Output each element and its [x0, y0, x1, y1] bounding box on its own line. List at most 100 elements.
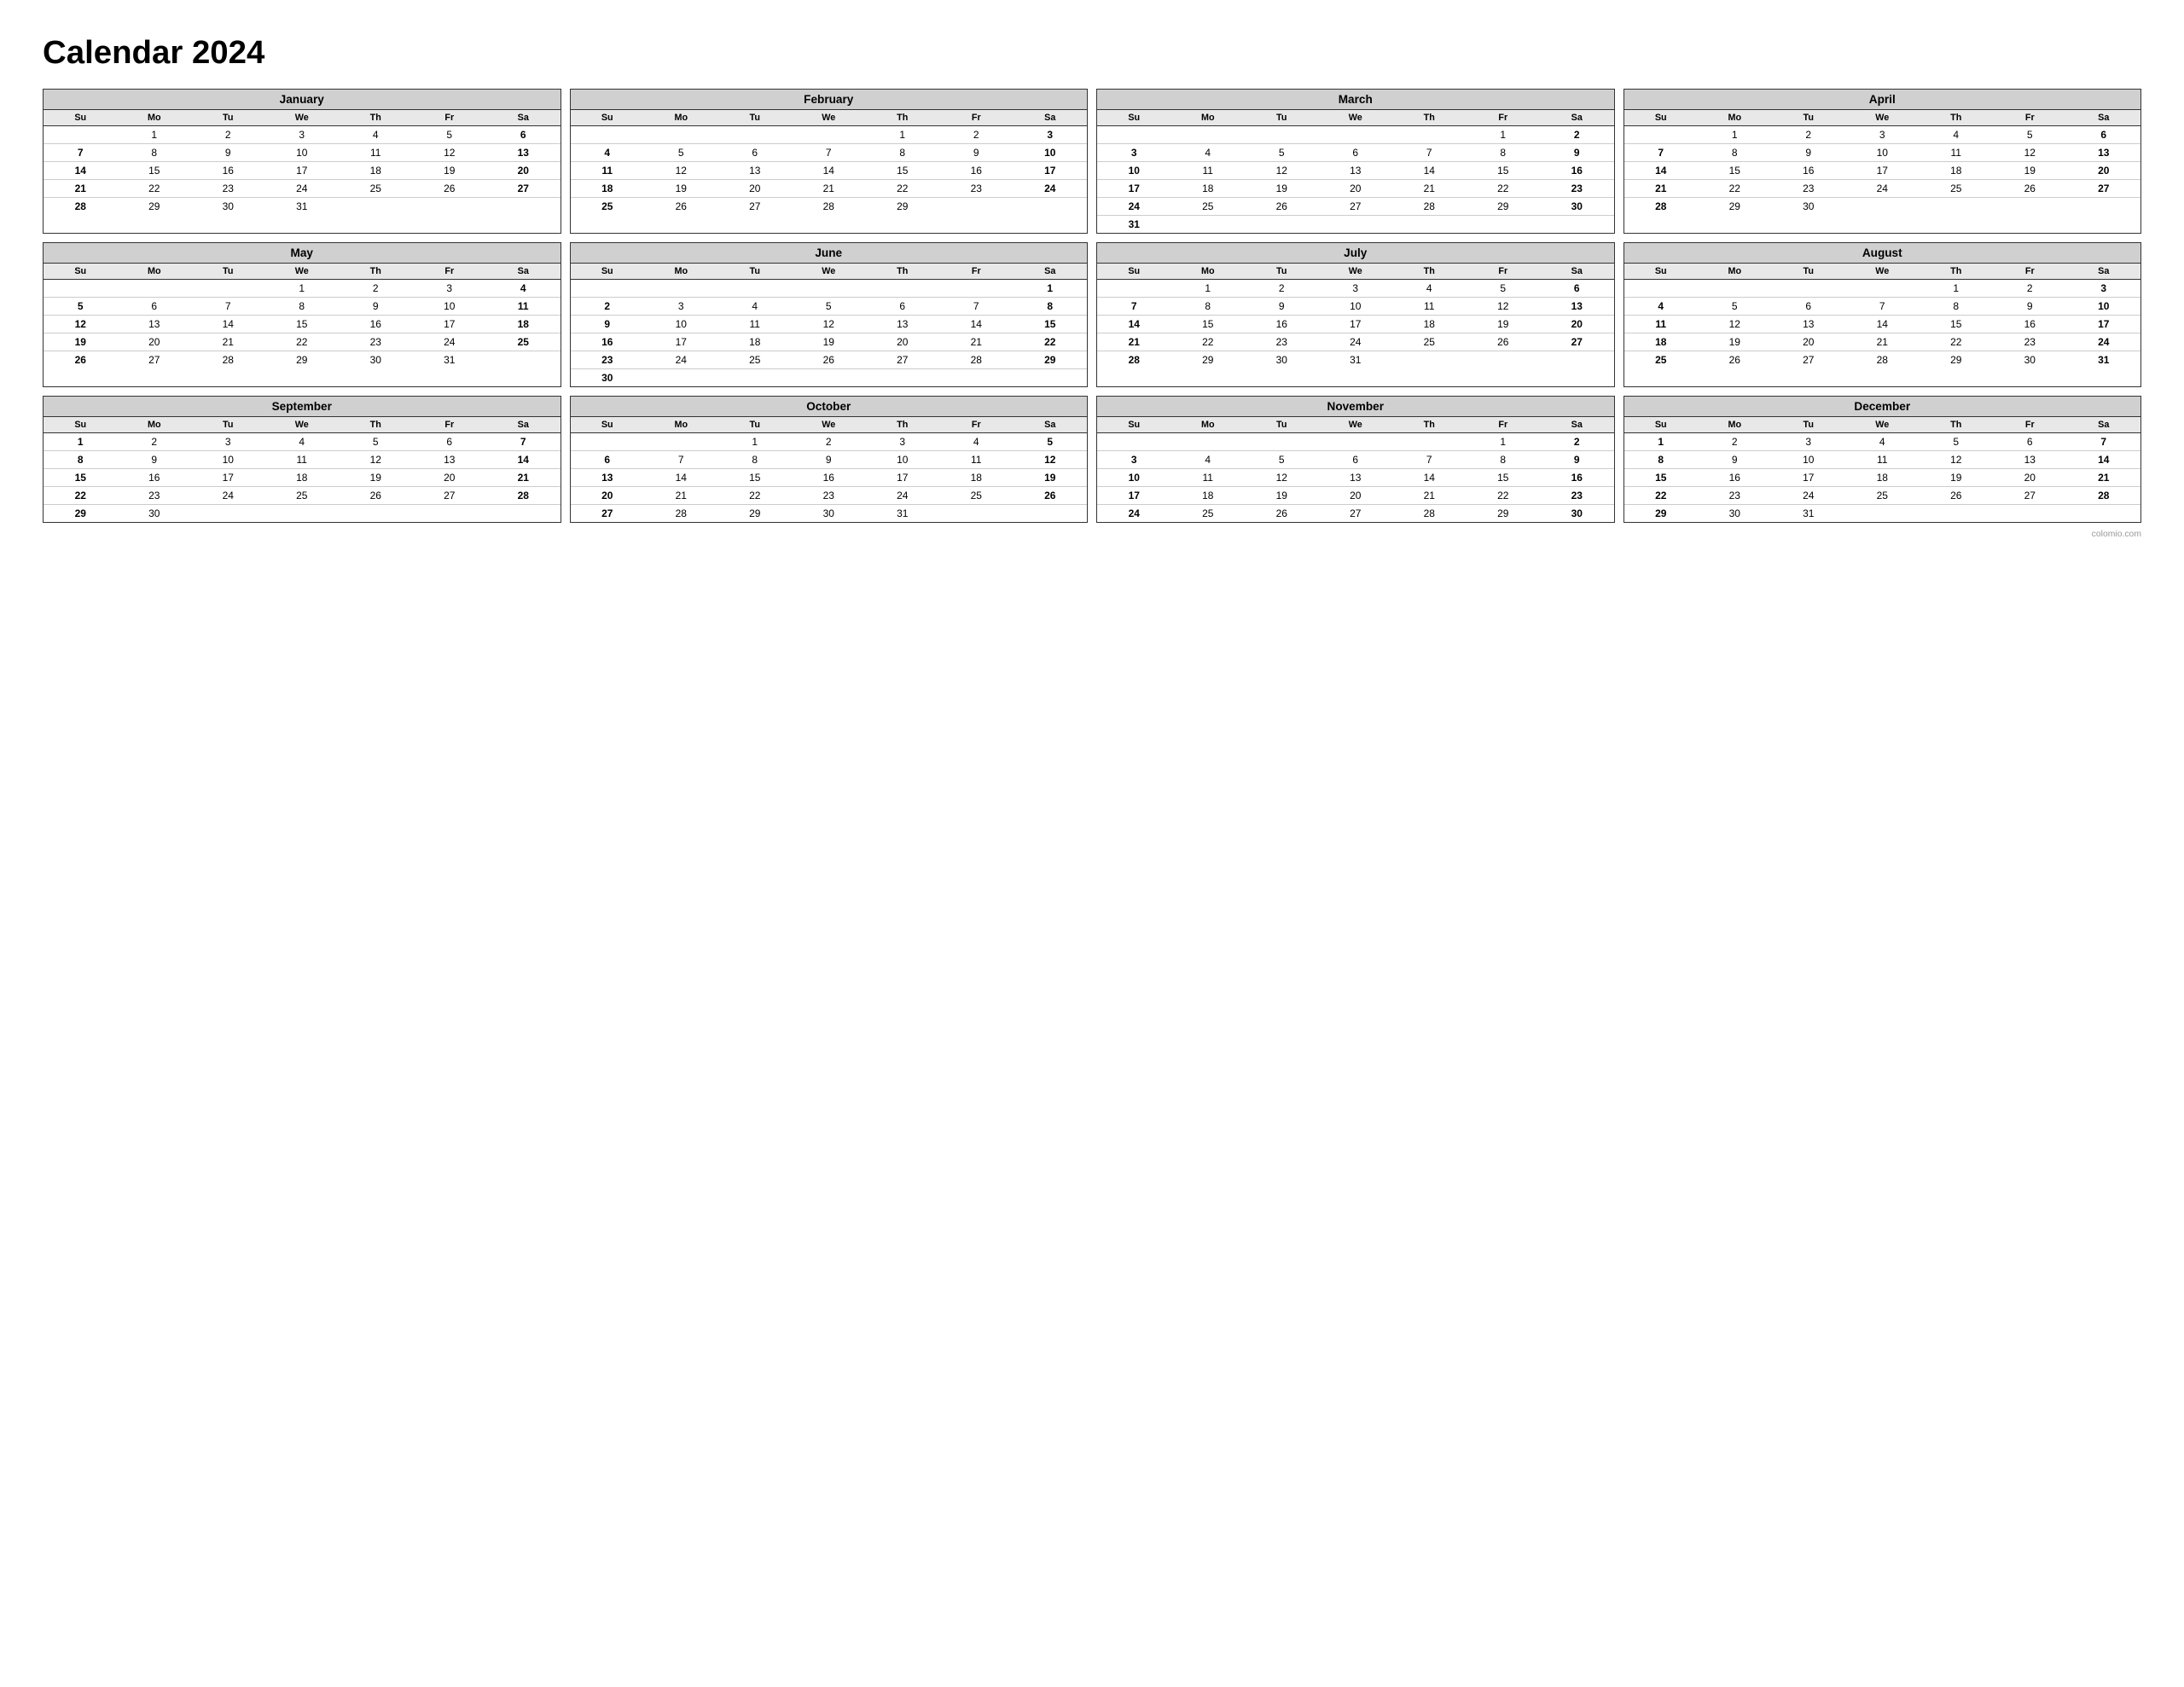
calendar-day	[1097, 280, 1171, 298]
calendar-day: 18	[1845, 469, 1920, 487]
calendar-day: 30	[339, 351, 413, 369]
calendar-day	[118, 280, 192, 298]
calendar-day: 14	[1097, 316, 1171, 333]
calendar-day: 17	[1772, 469, 1846, 487]
calendar-day: 16	[191, 162, 265, 180]
calendar-day: 3	[1772, 433, 1846, 451]
calendar-day: 27	[413, 487, 487, 505]
calendar-day: 4	[1171, 144, 1246, 162]
day-header-th: Th	[1920, 417, 1994, 433]
day-header-th: Th	[1920, 110, 1994, 126]
calendar-day: 6	[571, 451, 645, 469]
calendar-day: 28	[1392, 505, 1467, 523]
day-header-fr: Fr	[1467, 110, 1541, 126]
calendar-day: 12	[792, 316, 866, 333]
calendar-day: 15	[1467, 162, 1541, 180]
calendar-day: 20	[1772, 333, 1846, 351]
calendar-day: 22	[44, 487, 118, 505]
calendar-day: 12	[339, 451, 413, 469]
calendar-day: 15	[718, 469, 793, 487]
calendar-day: 27	[486, 180, 561, 198]
calendar-day: 20	[1993, 469, 2067, 487]
calendar-day: 27	[571, 505, 645, 523]
calendar-day: 26	[1993, 180, 2067, 198]
calendar-day: 19	[1920, 469, 1994, 487]
calendar-day: 3	[2067, 280, 2141, 298]
calendar-day: 20	[2067, 162, 2141, 180]
calendar-day: 10	[866, 451, 940, 469]
calendar-day: 17	[191, 469, 265, 487]
calendar-day: 8	[44, 451, 118, 469]
day-header-mo: Mo	[644, 110, 718, 126]
calendar-day: 7	[44, 144, 118, 162]
calendar-day: 7	[2067, 433, 2141, 451]
calendar-day: 9	[939, 144, 1014, 162]
calendar-day	[1845, 198, 1920, 216]
calendar-day: 4	[1171, 451, 1246, 469]
day-header-su: Su	[44, 417, 118, 433]
calendar-day	[792, 369, 866, 387]
day-header-sa: Sa	[486, 417, 561, 433]
calendar-day: 4	[1845, 433, 1920, 451]
day-header-mo: Mo	[1171, 417, 1246, 433]
calendar-day: 18	[1920, 162, 1994, 180]
calendar-day: 8	[1467, 144, 1541, 162]
calendar-day: 19	[44, 333, 118, 351]
month-title-january: January	[44, 90, 561, 110]
calendar-day: 29	[1920, 351, 1994, 369]
calendar-day: 25	[1920, 180, 1994, 198]
calendar-day: 22	[1920, 333, 1994, 351]
calendar-day: 29	[1171, 351, 1246, 369]
calendar-day	[339, 198, 413, 216]
calendar-day	[1467, 216, 1541, 234]
calendar-day: 20	[413, 469, 487, 487]
calendar-day: 21	[1392, 180, 1467, 198]
calendar-day: 21	[44, 180, 118, 198]
day-header-sa: Sa	[2067, 417, 2141, 433]
calendar-day: 23	[939, 180, 1014, 198]
calendar-day: 18	[486, 316, 561, 333]
calendar-day: 9	[191, 144, 265, 162]
calendar-day: 6	[1993, 433, 2067, 451]
calendar-day: 24	[1097, 505, 1171, 523]
calendar-day: 19	[792, 333, 866, 351]
calendar-day: 27	[1319, 198, 1393, 216]
calendar-day: 9	[1245, 298, 1319, 316]
day-header-sa: Sa	[2067, 110, 2141, 126]
calendar-day: 16	[1772, 162, 1846, 180]
calendar-day: 3	[1097, 451, 1171, 469]
calendar-day: 4	[718, 298, 793, 316]
day-header-tu: Tu	[1245, 417, 1319, 433]
calendar-day: 30	[1540, 505, 1614, 523]
calendar-day: 5	[339, 433, 413, 451]
calendar-day: 24	[1772, 487, 1846, 505]
calendar-day: 24	[866, 487, 940, 505]
calendar-day: 3	[644, 298, 718, 316]
calendar-day: 16	[1540, 469, 1614, 487]
calendar-day: 10	[1319, 298, 1393, 316]
calendar-day: 24	[2067, 333, 2141, 351]
calendar-day: 18	[1624, 333, 1699, 351]
calendar-day: 1	[866, 126, 940, 144]
day-header-mo: Mo	[1698, 417, 1772, 433]
day-header-we: We	[1845, 110, 1920, 126]
calendar-day: 12	[1993, 144, 2067, 162]
calendar-day: 29	[118, 198, 192, 216]
calendar-day: 15	[1467, 469, 1541, 487]
day-header-th: Th	[866, 264, 940, 280]
calendar-day: 1	[1467, 433, 1541, 451]
calendar-day: 28	[1624, 198, 1699, 216]
calendar-day: 14	[792, 162, 866, 180]
calendar-day: 3	[1014, 126, 1088, 144]
day-header-fr: Fr	[939, 264, 1014, 280]
footer-text: colomio.com	[43, 530, 2141, 539]
calendar-day: 3	[866, 433, 940, 451]
calendar-day: 8	[1014, 298, 1088, 316]
calendar-day: 15	[265, 316, 340, 333]
calendar-day: 4	[1392, 280, 1467, 298]
calendar-grid: JanuarySuMoTuWeThFrSa1234567891011121314…	[43, 89, 2141, 523]
calendar-day: 16	[1540, 162, 1614, 180]
day-header-tu: Tu	[718, 110, 793, 126]
calendar-day: 29	[718, 505, 793, 523]
calendar-day: 31	[413, 351, 487, 369]
